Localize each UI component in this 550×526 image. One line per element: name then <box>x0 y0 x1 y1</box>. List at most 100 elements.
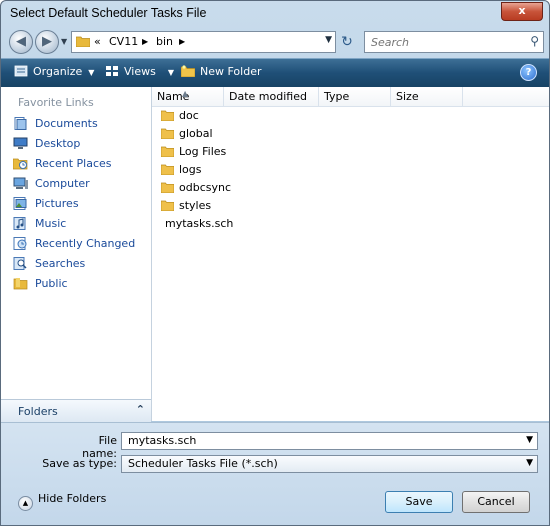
chevron-up-icon: ▲ <box>18 496 33 511</box>
nav-item-label: Public <box>35 277 68 290</box>
folder-icon <box>161 146 174 157</box>
refresh-icon: ↻ <box>341 34 353 50</box>
hide-folders-toggle[interactable]: ▲ Hide Folders <box>18 492 106 511</box>
save-as-type-select[interactable]: Scheduler Tasks File (*.sch) ▼ <box>121 455 538 473</box>
nav-item-label: Recently Changed <box>35 237 136 250</box>
pictures-icon <box>13 197 27 210</box>
list-item-folder[interactable]: doc <box>152 107 549 125</box>
music-icon <box>13 217 26 230</box>
nav-item-label: Music <box>35 217 67 230</box>
back-arrow-icon: ◀ <box>16 34 26 49</box>
documents-icon <box>14 117 27 130</box>
organize-button[interactable]: Organize ▼ <box>14 65 94 78</box>
command-toolbar: Organize ▼ Views ▼ New Folder ? <box>1 58 549 88</box>
folder-icon <box>161 128 174 139</box>
nav-item-music[interactable]: Music <box>1 214 151 234</box>
breadcrumb-overflow[interactable]: « <box>94 35 101 48</box>
folder-icon <box>76 36 90 47</box>
nav-item-label: Desktop <box>35 137 81 150</box>
nav-item-label: Documents <box>35 117 98 130</box>
address-bar[interactable]: « CV11 ▶ bin ▶ ▼ <box>71 31 336 53</box>
file-name: logs <box>179 163 202 176</box>
file-name: Log Files <box>179 145 227 158</box>
save-button[interactable]: Save <box>385 491 453 513</box>
recent-pages-dropdown-icon[interactable]: ▼ <box>61 37 67 46</box>
cancel-button[interactable]: Cancel <box>462 491 530 513</box>
forward-arrow-icon: ▶ <box>42 34 52 49</box>
chevron-down-icon[interactable]: ▼ <box>526 435 533 445</box>
breadcrumb-cv11[interactable]: CV11 <box>109 35 138 48</box>
help-icon[interactable]: ? <box>520 64 537 81</box>
list-item-folder[interactable]: global <box>152 125 549 143</box>
recent-places-icon <box>13 158 28 170</box>
public-folder-icon <box>13 278 28 290</box>
file-name-value: mytasks.sch <box>128 434 197 447</box>
address-row: ◀ ▶ ▼ « CV11 ▶ bin ▶ ▼ ↻ ⚲ <box>1 28 549 56</box>
nav-item-label: Searches <box>35 257 86 270</box>
save-dialog-window: Select Default Scheduler Tasks File x ◀ … <box>0 0 550 526</box>
list-item-folder[interactable]: styles <box>152 197 549 215</box>
folder-icon <box>161 182 174 193</box>
folders-toggle[interactable]: Folders ⌃ <box>1 399 151 422</box>
list-item-folder[interactable]: logs <box>152 161 549 179</box>
nav-item-label: Recent Places <box>35 157 112 170</box>
forward-button[interactable]: ▶ <box>35 30 59 54</box>
nav-item-computer[interactable]: Computer <box>1 174 151 194</box>
file-list-pane: ▲ Name Date modified Type Size doc globa… <box>152 87 549 421</box>
chevron-down-icon[interactable]: ▼ <box>526 458 533 468</box>
sort-ascending-icon: ▲ <box>182 89 189 98</box>
nav-item-public[interactable]: Public <box>1 274 151 294</box>
file-name-field[interactable]: mytasks.sch ▼ <box>121 432 538 450</box>
new-folder-icon <box>181 65 195 77</box>
computer-icon <box>13 177 28 189</box>
file-list: doc global Log Files logs odbcsync style… <box>152 107 549 233</box>
back-button[interactable]: ◀ <box>9 30 33 54</box>
hide-folders-label: Hide Folders <box>38 492 107 505</box>
title-bar: Select Default Scheduler Tasks File x <box>1 1 549 27</box>
refresh-button[interactable]: ↻ <box>338 33 356 51</box>
column-header-filler <box>463 87 549 107</box>
breadcrumb-separator-icon[interactable]: ▶ <box>142 37 148 46</box>
column-header-type[interactable]: Type <box>319 87 391 107</box>
chevron-down-icon: ▼ <box>167 68 174 77</box>
column-header-name[interactable]: ▲ Name <box>152 87 224 107</box>
breadcrumb-separator-icon[interactable]: ▶ <box>179 37 185 46</box>
column-header-size[interactable]: Size <box>391 87 463 107</box>
close-button[interactable]: x <box>501 2 543 21</box>
views-label: Views <box>124 65 156 78</box>
chevron-down-icon: ▼ <box>88 68 95 77</box>
nav-item-desktop[interactable]: Desktop <box>1 134 151 154</box>
desktop-icon <box>13 137 28 149</box>
views-icon <box>106 66 118 76</box>
column-header-date-label: Date modified <box>229 90 307 103</box>
recently-changed-icon <box>13 237 27 250</box>
save-as-type-value: Scheduler Tasks File (*.sch) <box>128 457 278 470</box>
nav-item-pictures[interactable]: Pictures <box>1 194 151 214</box>
nav-item-searches[interactable]: Searches <box>1 254 151 274</box>
dialog-footer: File name: mytasks.sch ▼ Save as type: S… <box>1 422 549 525</box>
folders-label: Folders <box>18 405 58 418</box>
list-item-folder[interactable]: Log Files <box>152 143 549 161</box>
column-header-date-modified[interactable]: Date modified <box>224 87 319 107</box>
list-item-file[interactable]: mytasks.sch <box>152 215 549 233</box>
list-item-folder[interactable]: odbcsync <box>152 179 549 197</box>
save-as-type-label: Save as type: <box>42 457 117 470</box>
search-box: ⚲ <box>364 31 544 53</box>
search-icon[interactable]: ⚲ <box>530 34 539 48</box>
file-name: mytasks.sch <box>165 217 234 230</box>
views-button[interactable]: Views ▼ <box>105 65 174 78</box>
favorite-links-list: Documents Desktop Recent Places Computer… <box>1 114 151 294</box>
organize-icon <box>14 65 28 77</box>
nav-item-recent-places[interactable]: Recent Places <box>1 154 151 174</box>
search-input[interactable] <box>369 34 523 51</box>
column-header-size-label: Size <box>396 90 419 103</box>
nav-item-recently-changed[interactable]: Recently Changed <box>1 234 151 254</box>
address-dropdown-icon[interactable]: ▼ <box>325 35 332 45</box>
folder-icon <box>161 164 174 175</box>
breadcrumb-bin[interactable]: bin <box>156 35 173 48</box>
searches-icon <box>13 257 27 270</box>
nav-item-documents[interactable]: Documents <box>1 114 151 134</box>
chevron-up-icon: ⌃ <box>135 403 145 416</box>
new-folder-button[interactable]: New Folder <box>181 65 261 78</box>
file-name: odbcsync <box>179 181 232 194</box>
